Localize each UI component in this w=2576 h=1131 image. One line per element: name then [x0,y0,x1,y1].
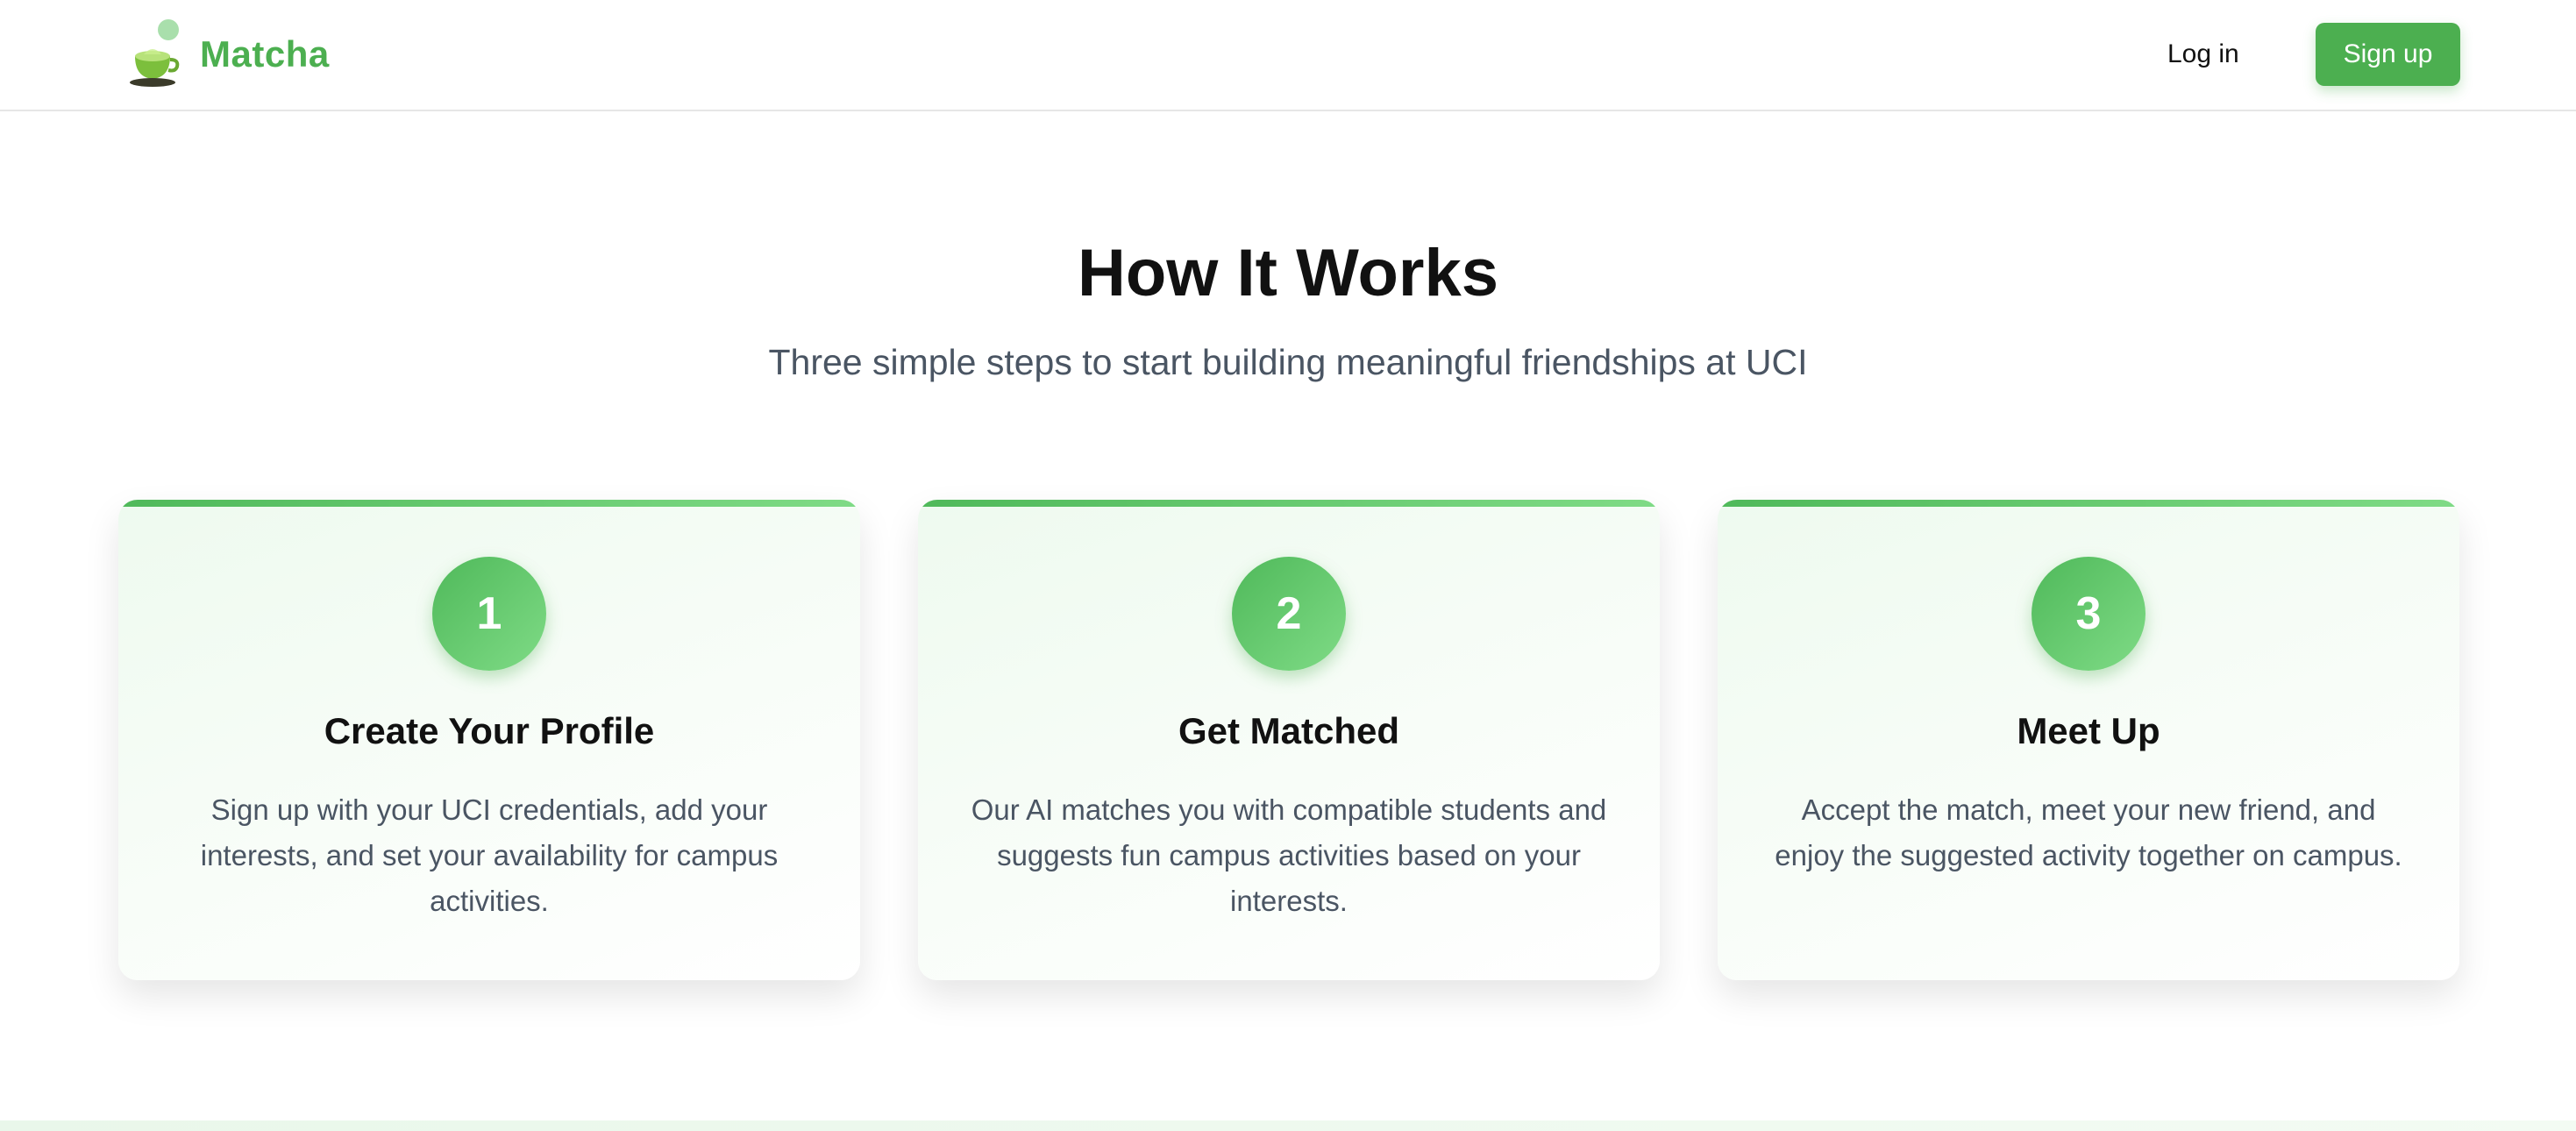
step-description: Accept the match, meet your new friend, … [1775,793,2402,871]
card-accent-bar [918,500,1660,507]
step-title: Meet Up [2017,710,2160,751]
matcha-cup-icon [128,19,182,89]
step-description: Sign up with your UCI credentials, add y… [200,793,779,917]
card-accent-bar [1718,500,2459,507]
log-in-link[interactable]: Log in [2167,33,2239,75]
step-card-3: 3 Meet Up Accept the match, meet your ne… [1718,500,2459,980]
step-number-badge: 2 [1232,557,1346,671]
step-title: Create Your Profile [324,710,655,751]
card-accent-bar [118,500,860,507]
next-section-edge [0,1120,2576,1131]
brand-name: Matcha [200,33,330,75]
sign-up-button[interactable]: Sign up [2316,23,2460,86]
navbar: Matcha Log in Sign up [0,0,2576,111]
step-description: Our AI matches you with compatible stude… [971,793,1607,917]
page: Matcha Log in Sign up How It Works Three… [0,0,2576,1131]
step-number-badge: 1 [432,557,546,671]
step-card-2: 2 Get Matched Our AI matches you with co… [918,500,1660,980]
section-title: How It Works [1078,236,1498,310]
step-card-1: 1 Create Your Profile Sign up with your … [118,500,860,980]
brand-logo-link[interactable]: Matcha [128,11,330,98]
step-number-badge: 3 [2032,557,2145,671]
step-title: Get Matched [1178,710,1400,751]
section-subtitle: Three simple steps to start building mea… [768,342,1808,382]
